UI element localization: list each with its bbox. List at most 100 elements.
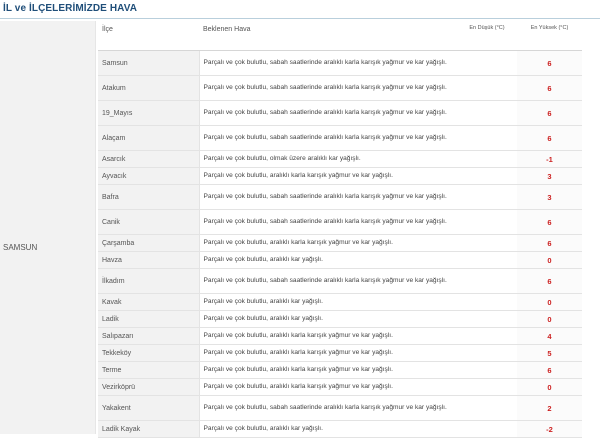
district-cell: Tekkeköy: [98, 344, 200, 362]
max-temp-cell: 2: [517, 395, 582, 421]
district-column-header: İlçe: [98, 21, 199, 51]
forecast-column-header: Beklenen Hava: [199, 21, 457, 51]
forecast-cell: Parçalı ve çok bulutlu, sabah saatlerind…: [199, 184, 457, 210]
table-row: Kavak Parçalı ve çok bulutlu, aralıklı ka…: [98, 293, 582, 311]
min-temp-cell: [457, 184, 517, 210]
table-row: Havza Parçalı ve çok bulutlu, aralıklı ka…: [98, 251, 582, 269]
forecast-cell: Parçalı ve çok bulutlu, aralıklı kar yağ…: [199, 310, 457, 328]
table-row: Terme Parçalı ve çok bulutlu, aralıklı ka…: [98, 361, 582, 379]
forecast-cell: Parçalı ve çok bulutlu, aralıklı kar yağ…: [199, 251, 457, 269]
forecast-cell: Parçalı ve çok bulutlu, sabah saatlerind…: [199, 209, 457, 235]
forecast-cell: Parçalı ve çok bulutlu, aralıklı kar yağ…: [199, 293, 457, 311]
max-temp-cell: 6: [517, 125, 582, 151]
max-temp-cell: -2: [517, 420, 582, 438]
district-cell: Ladik Kayak: [98, 420, 200, 438]
max-temp-cell: 6: [517, 50, 582, 76]
province-column: SAMSUN: [0, 21, 96, 434]
min-temp-cell: [457, 344, 517, 362]
min-temp-column-header: En Düşük (°C): [457, 21, 517, 51]
table-row: Yakakent Parçalı ve çok bulutlu, sabah sa…: [98, 395, 582, 421]
table-row: Atakum Parçalı ve çok bulutlu, sabah saat…: [98, 75, 582, 101]
district-cell: Canik: [98, 209, 200, 235]
min-temp-cell: [457, 125, 517, 151]
forecast-cell: Parçalı ve çok bulutlu, sabah saatlerind…: [199, 125, 457, 151]
max-temp-cell: 0: [517, 378, 582, 396]
table-row: Alaçam Parçalı ve çok bulutlu, sabah saat…: [98, 125, 582, 151]
table-row: Çarşamba Parçalı ve çok bulutlu, aralıklı…: [98, 234, 582, 252]
table-row: Canik Parçalı ve çok bulutlu, sabah saatl…: [98, 209, 582, 235]
forecast-cell: Parçalı ve çok bulutlu, aralıklı karla k…: [199, 344, 457, 362]
table-body: Samsun Parçalı ve çok bulutlu, sabah saat…: [98, 50, 582, 438]
district-cell: Ladik: [98, 310, 200, 328]
max-temp-cell: 6: [517, 100, 582, 126]
table-row: Samsun Parçalı ve çok bulutlu, sabah saat…: [98, 50, 582, 76]
min-temp-cell: [457, 251, 517, 269]
district-cell: Atakum: [98, 75, 200, 101]
forecast-cell: Parçalı ve çok bulutlu, aralıklı karla k…: [199, 361, 457, 379]
table-row: Asarcık Parçalı ve çok bulutlu, olmak üze…: [98, 150, 582, 168]
district-cell: Alaçam: [98, 125, 200, 151]
max-temp-cell: 6: [517, 361, 582, 379]
forecast-cell: Parçalı ve çok bulutlu, sabah saatlerind…: [199, 50, 457, 76]
forecast-cell: Parçalı ve çok bulutlu, sabah saatlerind…: [199, 100, 457, 126]
table-row: Vezirköprü Parçalı ve çok bulutlu, aralık…: [98, 378, 582, 396]
section-title: İL ve İLÇELERİMİZDE HAVA: [3, 3, 138, 14]
forecast-cell: Parçalı ve çok bulutlu, aralıklı karla k…: [199, 167, 457, 185]
max-temp-column-header: En Yüksek (°C): [517, 21, 582, 51]
table-row: Bafra Parçalı ve çok bulutlu, sabah saatl…: [98, 184, 582, 210]
forecast-cell: Parçalı ve çok bulutlu, aralıklı karla k…: [199, 378, 457, 396]
district-cell: Samsun: [98, 50, 200, 76]
section-header: İL ve İLÇELERİMİZDE HAVA: [0, 0, 600, 19]
max-temp-cell: 0: [517, 293, 582, 311]
forecast-cell: Parçalı ve çok bulutlu, sabah saatlerind…: [199, 75, 457, 101]
district-cell: Ayvacık: [98, 167, 200, 185]
min-temp-cell: [457, 209, 517, 235]
min-temp-cell: [457, 420, 517, 438]
district-cell: İlkadım: [98, 268, 200, 294]
max-temp-cell: -1: [517, 150, 582, 168]
district-cell: Kavak: [98, 293, 200, 311]
district-cell: Çarşamba: [98, 234, 200, 252]
min-temp-cell: [457, 361, 517, 379]
max-temp-cell: 5: [517, 344, 582, 362]
table-row: Ayvacık Parçalı ve çok bulutlu, aralıklı …: [98, 167, 582, 185]
district-cell: Bafra: [98, 184, 200, 210]
max-temp-cell: 0: [517, 310, 582, 328]
min-temp-cell: [457, 293, 517, 311]
min-temp-cell: [457, 395, 517, 421]
min-temp-cell: [457, 50, 517, 76]
forecast-cell: Parçalı ve çok bulutlu, aralıklı kar yağ…: [199, 420, 457, 438]
max-temp-cell: 6: [517, 234, 582, 252]
max-temp-cell: 4: [517, 327, 582, 345]
min-temp-cell: [457, 268, 517, 294]
table-header-row: İlçe Beklenen Hava En Düşük (°C) En Yüks…: [98, 21, 582, 51]
max-temp-cell: 3: [517, 184, 582, 210]
min-temp-cell: [457, 327, 517, 345]
min-temp-cell: [457, 75, 517, 101]
forecast-cell: Parçalı ve çok bulutlu, aralıklı karla k…: [199, 234, 457, 252]
district-cell: Yakakent: [98, 395, 200, 421]
min-temp-cell: [457, 100, 517, 126]
district-cell: Asarcık: [98, 150, 200, 168]
min-temp-cell: [457, 378, 517, 396]
district-cell: Salıpazarı: [98, 327, 200, 345]
district-cell: Vezirköprü: [98, 378, 200, 396]
table-row: Ladik Kayak Parçalı ve çok bulutlu, aralı…: [98, 420, 582, 438]
forecast-cell: Parçalı ve çok bulutlu, aralıklı karla k…: [199, 327, 457, 345]
min-temp-cell: [457, 150, 517, 168]
table-row: Ladik Parçalı ve çok bulutlu, aralıklı ka…: [98, 310, 582, 328]
district-cell: Havza: [98, 251, 200, 269]
max-temp-cell: 6: [517, 75, 582, 101]
min-temp-cell: [457, 167, 517, 185]
table-row: Tekkeköy Parçalı ve çok bulutlu, aralıklı…: [98, 344, 582, 362]
min-temp-cell: [457, 234, 517, 252]
max-temp-cell: 3: [517, 167, 582, 185]
max-temp-cell: 6: [517, 268, 582, 294]
table-row: 19_Mayıs Parçalı ve çok bulutlu, sabah sa…: [98, 100, 582, 126]
min-temp-cell: [457, 310, 517, 328]
table-row: İlkadım Parçalı ve çok bulutlu, sabah saa…: [98, 268, 582, 294]
forecast-cell: Parçalı ve çok bulutlu, sabah saatlerind…: [199, 395, 457, 421]
max-temp-cell: 6: [517, 209, 582, 235]
province-name: SAMSUN: [3, 243, 38, 252]
district-cell: Terme: [98, 361, 200, 379]
